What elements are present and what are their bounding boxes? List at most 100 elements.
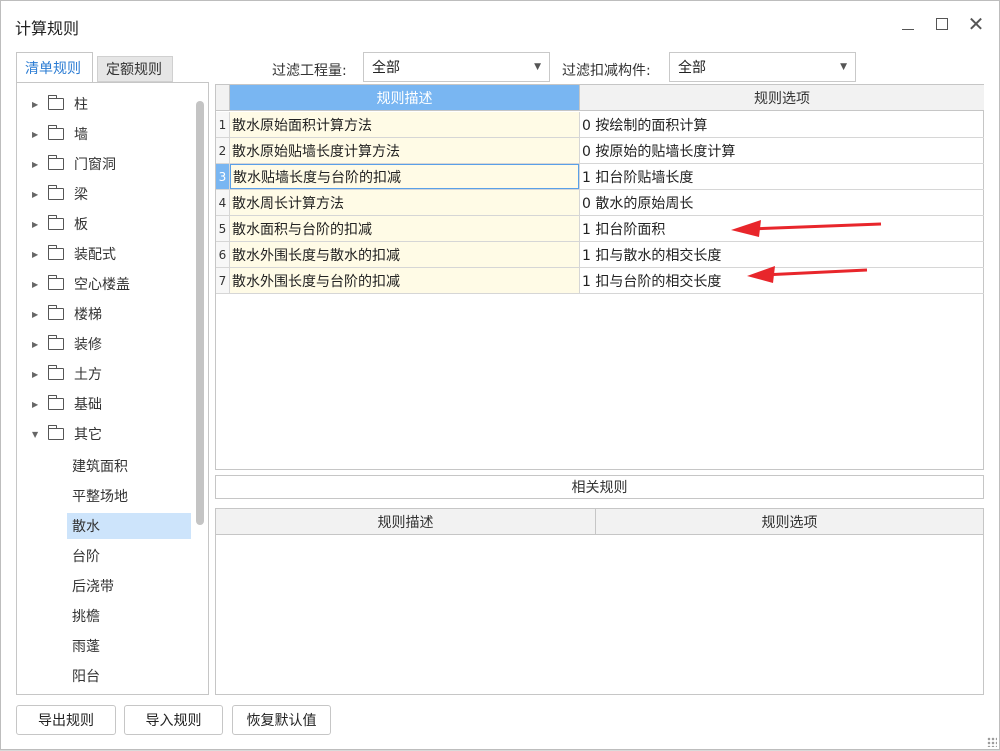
rule-desc-cell[interactable]: 散水外围长度与台阶的扣减 [230,268,579,293]
rule-desc-cell[interactable]: 散水原始面积计算方法 [230,112,579,137]
tree-leaf-item[interactable]: 台阶 [67,543,191,569]
tree-folder-item[interactable]: ▶ 梁 [17,180,192,208]
close-button[interactable]: ✕ [963,11,989,37]
table-row[interactable]: 3 散水贴墙长度与台阶的扣减 1 扣台阶贴墙长度 [216,164,984,190]
tree-leaf-item[interactable]: 阳台 [67,663,191,689]
table-row[interactable]: 4 散水周长计算方法 0 散水的原始周长 [216,190,984,216]
export-rules-button[interactable]: 导出规则 [16,705,116,735]
rule-desc-cell[interactable]: 散水贴墙长度与台阶的扣减 [230,164,579,189]
rule-desc-cell[interactable]: 散水外围长度与散水的扣减 [230,242,579,267]
rule-desc-cell[interactable]: 散水面积与台阶的扣减 [230,216,579,241]
tree-folder-label: 土方 [74,367,102,383]
tree-folder-item[interactable]: ▶ 基础 [17,390,192,418]
table-row[interactable]: 1 散水原始面积计算方法 0 按绘制的面积计算 [216,112,984,138]
filter-quantity-label: 过滤工程量: [272,63,347,79]
folder-icon [48,425,64,440]
tree-scrollbar[interactable] [196,101,204,525]
tree-folder-item[interactable]: ▶ 门窗洞 [17,150,192,178]
title-bar: 计算规则 ✕ [1,1,999,49]
tree-folder-item[interactable]: ▶ 装配式 [17,240,192,268]
table-row[interactable]: 2 散水原始贴墙长度计算方法 0 按原始的贴墙长度计算 [216,138,984,164]
tree-folder-label: 装配式 [74,247,116,263]
tree-folder-item[interactable]: ▶ 空心楼盖 [17,270,192,298]
related-header-desc[interactable]: 规则描述 [216,509,596,535]
restore-defaults-button[interactable]: 恢复默认值 [232,705,331,735]
tree-folder-item[interactable]: ▶ 板 [17,210,192,238]
row-number: 7 [216,268,230,293]
related-rules-grid: 规则描述 规则选项 [215,508,984,695]
row-number: 1 [216,112,230,137]
tree-folder-item[interactable]: ▼ 其它 [17,420,192,448]
chevron-right-icon[interactable]: ▶ [32,340,44,349]
dropdown-arrow-icon: ▼ [534,62,541,72]
grid-corner [216,85,230,111]
tab-quota-rules[interactable]: 定额规则 [97,56,173,82]
rule-desc-cell[interactable]: 散水原始贴墙长度计算方法 [230,138,579,163]
tree-folder-item[interactable]: ▶ 墙 [17,120,192,148]
component-tree: ▶ 柱 ▶ 墙 ▶ 门窗洞 ▶ 梁 ▶ 板 ▶ 装配式 ▶ 空心楼盖 ▶ 楼梯 ▶ 装修 ▶ 土方 ▶ 基础 ▼ 其它 建筑面积… [16,82,209,695]
tree-folder-item[interactable]: ▶ 柱 [17,90,192,118]
maximize-button[interactable] [929,11,955,37]
chevron-right-icon[interactable]: ▶ [32,100,44,109]
folder-icon [48,275,64,290]
tree-folder-item[interactable]: ▶ 楼梯 [17,300,192,328]
tree-folder-label: 空心楼盖 [74,277,130,293]
folder-icon [48,305,64,320]
chevron-right-icon[interactable]: ▶ [32,370,44,379]
rule-desc-cell[interactable]: 散水周长计算方法 [230,190,579,215]
rule-option-cell[interactable]: 0 散水的原始周长 [579,190,984,215]
chevron-right-icon[interactable]: ▶ [32,160,44,169]
table-row[interactable]: 5 散水面积与台阶的扣减 1 扣台阶面积 [216,216,984,242]
table-row[interactable]: 6 散水外围长度与散水的扣减 1 扣与散水的相交长度 [216,242,984,268]
rule-option-cell[interactable]: 1 扣台阶贴墙长度 [579,164,984,189]
tree-leaf-item[interactable]: 建筑面积 [67,453,191,479]
rule-option-cell[interactable]: 1 扣台阶面积 [579,216,984,241]
grid-header-opt[interactable]: 规则选项 [579,85,984,111]
rule-option-cell[interactable]: 0 按原始的贴墙长度计算 [579,138,984,163]
filter-deduct-select[interactable]: 全部 ▼ [669,52,856,82]
grid-header-desc[interactable]: 规则描述 [230,85,579,111]
window-title: 计算规则 [15,19,80,38]
tab-bill-rules[interactable]: 清单规则 [16,52,93,82]
tree-folder-label: 装修 [74,337,102,353]
tree-folder-item[interactable]: ▶ 土方 [17,360,192,388]
tree-folder-label: 楼梯 [74,307,102,323]
import-rules-button[interactable]: 导入规则 [124,705,223,735]
folder-icon [48,365,64,380]
folder-icon [48,155,64,170]
rule-option-cell[interactable]: 0 按绘制的面积计算 [579,112,984,137]
close-icon: ✕ [967,12,985,36]
tree-leaf-item[interactable]: 平整场地 [67,483,191,509]
chevron-right-icon[interactable]: ▶ [32,280,44,289]
tree-leaf-item[interactable]: 后浇带 [67,573,191,599]
table-row[interactable]: 7 散水外围长度与台阶的扣减 1 扣与台阶的相交长度 [216,268,984,294]
filter-quantity-select[interactable]: 全部 ▼ [363,52,550,82]
row-number: 5 [216,216,230,241]
chevron-down-icon[interactable]: ▼ [32,430,44,439]
maximize-icon [936,18,948,30]
chevron-right-icon[interactable]: ▶ [32,250,44,259]
tree-folder-item[interactable]: ▶ 装修 [17,330,192,358]
row-number: 6 [216,242,230,267]
rules-grid: 规则描述 规则选项 1 散水原始面积计算方法 0 按绘制的面积计算 2 散水原始贴墙长度… [215,84,984,470]
rule-option-cell[interactable]: 1 扣与散水的相交长度 [579,242,984,267]
tree-leaf-item[interactable]: 挑檐 [67,603,191,629]
chevron-right-icon[interactable]: ▶ [32,190,44,199]
chevron-right-icon[interactable]: ▶ [32,400,44,409]
chevron-right-icon[interactable]: ▶ [32,310,44,319]
chevron-right-icon[interactable]: ▶ [32,130,44,139]
row-number: 4 [216,190,230,215]
tree-folder-label: 门窗洞 [74,157,116,173]
tree-leaf-item[interactable]: 散水 [67,513,191,539]
folder-icon [48,125,64,140]
resize-grip-icon[interactable] [987,737,997,747]
folder-icon [48,395,64,410]
minimize-button[interactable] [895,11,921,37]
row-number: 2 [216,138,230,163]
chevron-right-icon[interactable]: ▶ [32,220,44,229]
rule-option-cell[interactable]: 1 扣与台阶的相交长度 [579,268,984,293]
tree-leaf-item[interactable]: 雨蓬 [67,633,191,659]
folder-icon [48,215,64,230]
related-header-opt[interactable]: 规则选项 [596,509,983,535]
tree-folder-label: 板 [74,217,88,233]
